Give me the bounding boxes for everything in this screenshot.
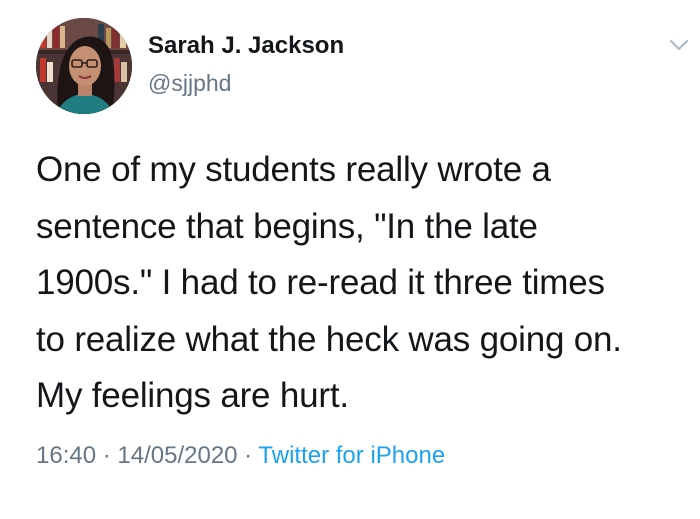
tweet-text-line: to realize what the heck was going on. (36, 319, 622, 359)
tweet-date[interactable]: 14/05/2020 (117, 442, 237, 469)
avatar[interactable] (36, 18, 132, 114)
chevron-down-icon[interactable] (668, 36, 690, 54)
tweet-time[interactable]: 16:40 (36, 442, 96, 469)
author-handle[interactable]: @sjjphd (148, 69, 231, 97)
author-display-name[interactable]: Sarah J. Jackson (148, 31, 344, 61)
meta-separator: · (96, 442, 118, 469)
tweet-text-line: sentence that begins, "In the late (36, 206, 538, 246)
tweet-card: Sarah J. Jackson @sjjphd One of my stude… (0, 0, 700, 519)
tweet-meta: 16:40 · 14/05/2020 · Twitter for iPhone (36, 440, 445, 472)
profile-photo-avatar (36, 18, 132, 114)
tweet-text-line: 1900s." I had to re-read it three times (36, 263, 605, 302)
meta-separator: · (237, 442, 259, 469)
tweet-source-link[interactable]: Twitter for iPhone (258, 442, 445, 469)
tweet-text: One of my students really wrote a senten… (36, 142, 686, 425)
tweet-text-line: One of my students really wrote a (36, 150, 551, 189)
tweet-text-line: My feelings are hurt. (36, 376, 349, 415)
